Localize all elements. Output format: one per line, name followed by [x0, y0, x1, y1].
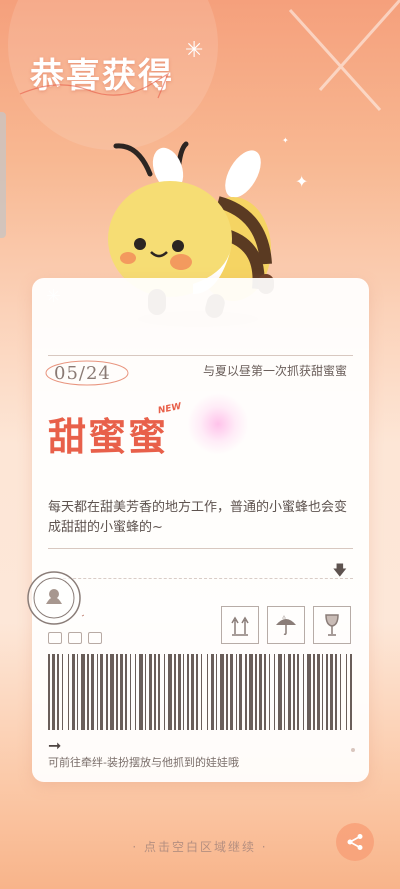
dry-icon — [88, 632, 102, 644]
iron-icon — [68, 632, 82, 644]
divider — [48, 355, 353, 356]
fragile-glass-icon — [313, 606, 351, 644]
placement-hint: 可前往牵绊-装扮摆放与他抓到的娃娃哦 — [48, 756, 239, 769]
glow-effect — [187, 393, 249, 455]
decor-dot — [351, 748, 355, 752]
acquired-date: 05/24 — [54, 363, 111, 384]
item-name: 甜蜜蜜 — [48, 414, 169, 459]
item-description: 每天都在甜美芳香的地方工作，普通的小蜜蜂也会变成甜甜的小蜜蜂的~ — [48, 500, 348, 535]
origin-text: 与夏以昼第一次抓获甜蜜蜜 — [202, 364, 347, 378]
care-label-icons — [48, 632, 102, 644]
this-way-up-icon — [221, 606, 259, 644]
dashed-divider — [48, 578, 353, 579]
packaging-icons: ⁂ — [221, 606, 351, 644]
postmark-stamp-icon — [27, 571, 84, 625]
item-card: ✳ 05/24 与夏以昼第一次抓获甜蜜蜜 甜蜜蜜 NEW 每天都在甜美芳香的地方… — [27, 278, 369, 782]
share-button[interactable] — [336, 823, 374, 861]
arrow-right-icon: ➞ — [48, 736, 62, 755]
side-drawer-handle[interactable] — [0, 112, 6, 238]
barcode-image — [48, 654, 352, 730]
star-icon: ✳ — [185, 38, 204, 63]
decorative-lines — [288, 0, 400, 112]
sparkle-icon: ✳ — [46, 286, 62, 307]
new-badge: NEW — [157, 401, 183, 417]
svg-text:⁂: ⁂ — [282, 615, 286, 620]
share-icon — [347, 834, 363, 850]
umbrella-icon: ⁂ — [267, 606, 305, 644]
title-scribble-decoration — [19, 72, 170, 99]
arrow-down-icon: 🡇 — [332, 563, 347, 579]
divider — [48, 548, 353, 549]
wash-icon — [48, 632, 62, 644]
